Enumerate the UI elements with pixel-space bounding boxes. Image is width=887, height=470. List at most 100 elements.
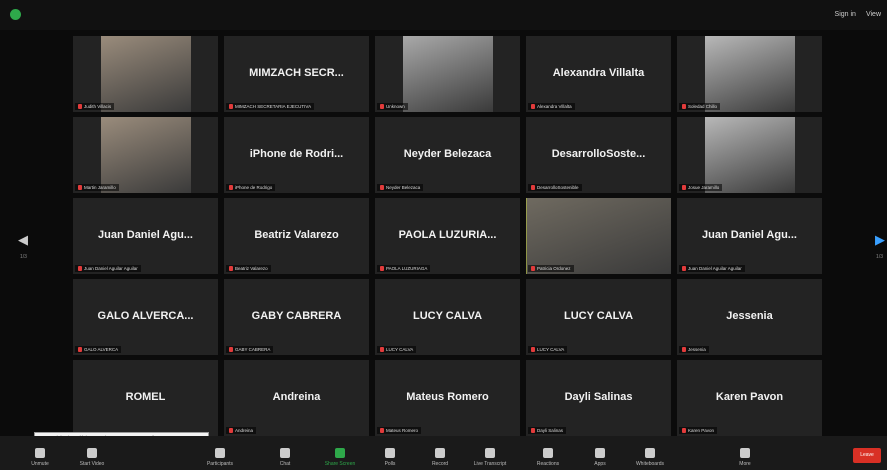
live-transcript-button[interactable]: Live Transcript (460, 448, 520, 467)
muted-mic-icon (682, 428, 686, 433)
participant-tile[interactable]: Juan Daniel Agu... Juan Daniel Aguilar Ag… (73, 198, 218, 274)
participant-name-label: Dayli Salinas (528, 427, 567, 434)
participants-icon (215, 448, 225, 458)
unmute-button[interactable]: Unmute (10, 448, 70, 467)
participant-name-label: Patricia Ordonez (528, 265, 574, 272)
polls-icon (385, 448, 395, 458)
muted-mic-icon (531, 185, 535, 190)
next-page-indicator: 1/3 (876, 254, 883, 260)
participant-tile[interactable]: Dayli Salinas Dayli Salinas (526, 360, 671, 436)
start-video-button[interactable]: Start Video (62, 448, 122, 467)
participant-tile[interactable]: Patricia Ordonez (526, 198, 671, 274)
participant-display-name: Alexandra Villalta (552, 66, 645, 79)
transcript-icon (485, 448, 495, 458)
muted-mic-icon (229, 104, 233, 109)
muted-mic-icon (531, 104, 535, 109)
participant-label-text: Unknown (386, 104, 405, 109)
participant-tile[interactable]: MIMZACH SECR... MIMZACH SECRETARIA EJECUT… (224, 36, 369, 112)
more-button[interactable]: More (715, 448, 775, 467)
participant-tile[interactable]: LUCY CALVA LUCY CALVA (375, 279, 520, 355)
muted-mic-icon (682, 185, 686, 190)
muted-mic-icon (682, 266, 686, 271)
participant-display-name: Beatriz Valarezo (254, 228, 339, 241)
participant-label-text: Juan Daniel Aguilar Aguilar (84, 266, 138, 271)
participant-label-text: LUCY CALVA (537, 347, 565, 352)
participant-tile[interactable]: Soledad Chillo (677, 36, 822, 112)
participant-label-text: Juan Daniel Aguilar Aguilar (688, 266, 742, 271)
participant-label-text: Andreina (235, 428, 254, 433)
participant-name-label: GALO ALVERCA (75, 346, 122, 353)
participant-name-label: DesarrolloSostenible (528, 184, 582, 191)
muted-mic-icon (229, 185, 233, 190)
participant-tile[interactable]: GABY CABRERA GABY CABRERA (224, 279, 369, 355)
participant-tile[interactable]: Juan Daniel Agu... Juan Daniel Aguilar Ag… (677, 198, 822, 274)
participant-video (704, 117, 795, 193)
next-page-arrow-icon[interactable]: ▶ (875, 232, 885, 248)
participant-name-label: Soledad Chillo (679, 103, 721, 110)
muted-mic-icon (78, 185, 82, 190)
participant-grid: Judith Villacis MIMZACH SECR... MIMZACH SE… (73, 36, 822, 436)
participant-tile[interactable]: LUCY CALVA LUCY CALVA (526, 279, 671, 355)
participant-label-text: MIMZACH SECRETARIA EJECUTIVA (235, 104, 312, 109)
participant-tile[interactable]: Unknown (375, 36, 520, 112)
chat-icon (280, 448, 290, 458)
participant-tile[interactable]: Judith Villacis (73, 36, 218, 112)
participant-tile[interactable]: PAOLA LUZURIA... PAOLA LUZURIAGA (375, 198, 520, 274)
participant-tile[interactable]: Alexandra Villalta Alexandra Villalta (526, 36, 671, 112)
participant-display-name: ROMEL (125, 390, 166, 403)
participant-display-name: GALO ALVERCA... (97, 309, 194, 322)
muted-mic-icon (380, 347, 384, 352)
muted-mic-icon (380, 266, 384, 271)
reactions-button[interactable]: Reactions (518, 448, 578, 467)
leave-button[interactable]: Leave (853, 448, 881, 463)
participant-display-name: Dayli Salinas (564, 390, 633, 403)
participant-tile[interactable]: Jessenia Jessenia (677, 279, 822, 355)
participant-display-name: Andreina (272, 390, 321, 403)
participant-display-name: Karen Pavon (715, 390, 784, 403)
participant-name-label: iPhone de Rodrigo (226, 184, 276, 191)
participant-tile[interactable]: iPhone de Rodri... iPhone de Rodrigo (224, 117, 369, 193)
security-shield-icon[interactable] (10, 9, 21, 20)
participant-tile[interactable]: Josue Jaramillo (677, 117, 822, 193)
participant-video (704, 36, 795, 112)
participant-video (100, 36, 191, 112)
participant-label-text: iPhone de Rodrigo (235, 185, 273, 190)
participant-tile[interactable]: ROMEL (73, 360, 218, 436)
participant-label-text: LUCY CALVA (386, 347, 414, 352)
participant-label-text: Dayli Salinas (537, 428, 564, 433)
record-icon (435, 448, 445, 458)
participant-display-name: Juan Daniel Agu... (98, 228, 193, 241)
participant-display-name: PAOLA LUZURIA... (398, 228, 497, 241)
participant-tile[interactable]: Neyder Belezaca Neyder Belezaca (375, 117, 520, 193)
participant-tile[interactable]: Beatriz Valarezo Beatriz Valarezo (224, 198, 369, 274)
muted-mic-icon (229, 428, 233, 433)
participant-tile[interactable]: Karen Pavon Karen Pavon (677, 360, 822, 436)
participant-display-name: LUCY CALVA (563, 309, 634, 322)
top-right-menu: Sign in View (835, 11, 881, 18)
prev-page-arrow-icon[interactable]: ◀ (18, 232, 28, 248)
participant-name-label: Beatriz Valarezo (226, 265, 271, 272)
participant-tile[interactable]: GALO ALVERCA... GALO ALVERCA (73, 279, 218, 355)
whiteboards-button[interactable]: Whiteboards (620, 448, 680, 467)
muted-mic-icon (78, 104, 82, 109)
top-bar: Sign in View (0, 0, 887, 30)
participant-tile[interactable]: Martin Jaramillo (73, 117, 218, 193)
muted-mic-icon (78, 266, 82, 271)
participant-display-name: Juan Daniel Agu... (702, 228, 797, 241)
participant-tile[interactable]: Andreina Andreina (224, 360, 369, 436)
view-button[interactable]: View (866, 11, 881, 18)
prev-page-indicator: 1/3 (20, 254, 27, 260)
participant-name-label: Neyder Belezaca (377, 184, 424, 191)
participants-button[interactable]: Participants (190, 448, 250, 467)
chat-button[interactable]: Chat (255, 448, 315, 467)
participant-display-name: LUCY CALVA (412, 309, 483, 322)
participant-video (402, 36, 493, 112)
participant-tile[interactable]: Mateus Romero Mateus Romero (375, 360, 520, 436)
participant-label-text: Martin Jaramillo (84, 185, 116, 190)
participant-name-label: Jessenia (679, 346, 709, 353)
participant-display-name: iPhone de Rodri... (249, 147, 344, 160)
more-icon (740, 448, 750, 458)
participant-tile[interactable]: DesarrolloSoste... DesarrolloSostenible (526, 117, 671, 193)
participant-label-text: Neyder Belezaca (386, 185, 421, 190)
sign-in-link[interactable]: Sign in (835, 11, 856, 18)
